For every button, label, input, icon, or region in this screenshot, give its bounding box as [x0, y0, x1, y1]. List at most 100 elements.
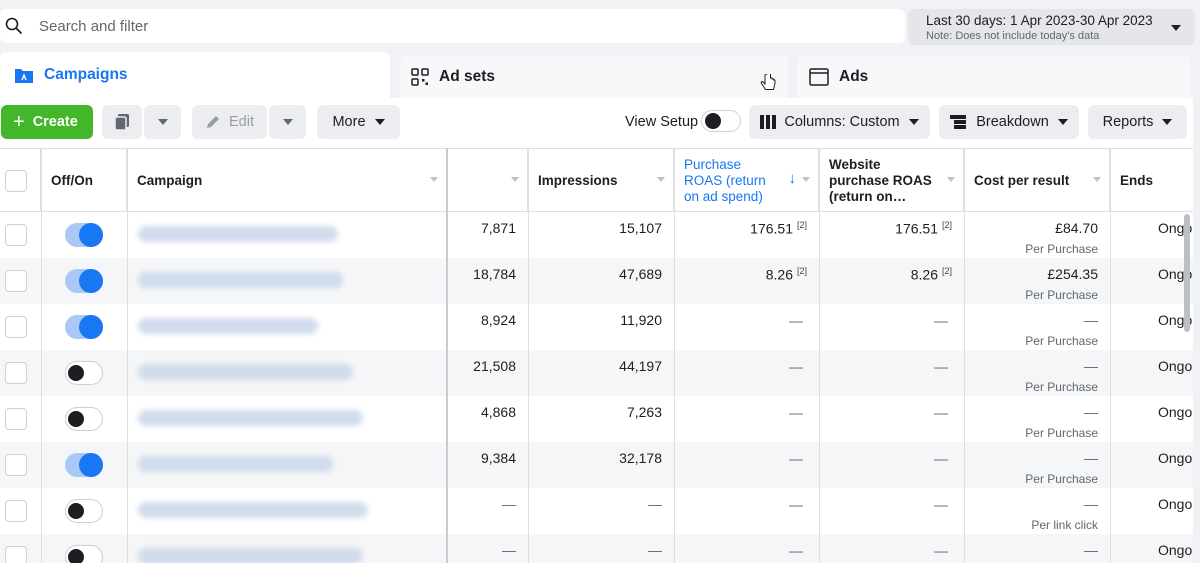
edit-button[interactable]: Edit: [192, 105, 267, 139]
campaign-status-toggle[interactable]: [65, 453, 103, 477]
cost-type: Per Purchase: [1025, 472, 1098, 486]
results-cell: 18,784: [473, 266, 516, 282]
website-roas-cell: —: [819, 442, 964, 488]
impressions-cell: 44,197: [619, 358, 662, 374]
row-checkbox[interactable]: [5, 500, 27, 522]
duplicate-button[interactable]: [102, 105, 142, 139]
campaign-status-toggle[interactable]: [65, 361, 103, 385]
campaign-name-redacted[interactable]: [138, 456, 333, 472]
impressions-cell: 32,178: [619, 450, 662, 466]
col-offon[interactable]: Off/On: [41, 149, 127, 212]
row-checkbox[interactable]: [5, 270, 27, 292]
select-all-checkbox[interactable]: [5, 169, 27, 192]
row-checkbox[interactable]: [5, 408, 27, 430]
row-checkbox[interactable]: [5, 546, 27, 563]
ends-cell: Ongoi: [1158, 450, 1193, 466]
col-cost-per-result-label: Cost per result: [974, 172, 1070, 188]
table-row[interactable]: — — — — — Ongoi: [0, 534, 1193, 563]
campaign-name-redacted[interactable]: [138, 318, 318, 334]
toggle-knob: [79, 453, 103, 477]
campaign-status-toggle[interactable]: [65, 499, 103, 523]
impressions-cell: —: [648, 542, 662, 558]
ends-cell: Ongoi: [1158, 358, 1193, 374]
tab-label: Ads: [839, 68, 869, 85]
col-ends[interactable]: Ends: [1110, 149, 1193, 212]
table-row[interactable]: 9,384 32,178 — — — Per Purchase Ongoi: [0, 442, 1193, 488]
campaign-name-redacted[interactable]: [138, 548, 363, 563]
cost-value: —: [1084, 404, 1098, 420]
toggle-knob: [68, 365, 84, 381]
main-panel: + Create Edit More View Setup Columns: C…: [0, 98, 1193, 563]
results-cell: —: [502, 542, 516, 558]
cost-value: —: [1084, 542, 1098, 558]
row-checkbox[interactable]: [5, 362, 27, 384]
purchase-roas-value: —: [789, 358, 803, 375]
vertical-scrollbar[interactable]: [1184, 214, 1190, 332]
chevron-down-icon: [657, 177, 665, 182]
campaign-status-toggle[interactable]: [65, 223, 103, 247]
campaign-name-redacted[interactable]: [138, 272, 343, 288]
footnote-marker[interactable]: [2]: [797, 220, 807, 230]
footnote-marker[interactable]: [2]: [797, 266, 807, 276]
col-impressions[interactable]: Impressions: [528, 149, 674, 212]
cost-value: —: [1084, 358, 1098, 374]
campaign-status-toggle[interactable]: [65, 545, 103, 563]
reports-button[interactable]: Reports: [1088, 105, 1187, 139]
row-checkbox[interactable]: [5, 224, 27, 246]
cost-value: £254.35: [1047, 266, 1098, 282]
column-divider: [528, 148, 529, 563]
col-purchase-roas[interactable]: Purchase ROAS (return on ad spend) ↓: [674, 149, 819, 212]
results-cell: —: [502, 496, 516, 512]
tab-campaigns[interactable]: Campaigns: [0, 52, 390, 98]
edit-dropdown-button[interactable]: [269, 105, 306, 139]
purchase-roas-cell: —: [674, 488, 819, 534]
table-row[interactable]: 7,871 15,107 176.51 [2] 176.51 [2] £84.70 Per P…: [0, 212, 1193, 258]
row-checkbox[interactable]: [5, 454, 27, 476]
campaign-name-redacted[interactable]: [138, 226, 338, 242]
breakdown-button[interactable]: Breakdown: [939, 105, 1079, 139]
columns-button[interactable]: Columns: Custom: [749, 105, 930, 139]
search-bar[interactable]: [0, 9, 905, 43]
website-roas-cell: 8.26 [2]: [819, 258, 964, 304]
footnote-marker[interactable]: [2]: [942, 220, 952, 230]
campaign-name-redacted[interactable]: [138, 502, 368, 518]
col-results[interactable]: [447, 149, 528, 212]
more-button[interactable]: More: [317, 105, 400, 139]
campaign-name-redacted[interactable]: [138, 364, 353, 380]
col-campaign[interactable]: Campaign: [127, 149, 447, 212]
col-website-roas[interactable]: Website purchase ROAS (return on…: [819, 149, 964, 212]
search-input[interactable]: [39, 17, 839, 35]
campaign-status-toggle[interactable]: [65, 407, 103, 431]
table-row[interactable]: 8,924 11,920 — — — Per Purchase Ongoi: [0, 304, 1193, 350]
purchase-roas-value: 8.26: [765, 266, 793, 283]
row-checkbox[interactable]: [5, 316, 27, 338]
create-button[interactable]: + Create: [1, 105, 93, 139]
toggle-knob: [705, 113, 721, 129]
footnote-marker[interactable]: [2]: [942, 266, 952, 276]
more-label: More: [332, 114, 366, 130]
campaign-name-redacted[interactable]: [138, 410, 363, 426]
campaign-status-toggle[interactable]: [65, 269, 103, 293]
ends-cell: Ongoi: [1158, 404, 1193, 420]
duplicate-dropdown-button[interactable]: [144, 105, 181, 139]
table-row[interactable]: — — — — — Per link click Ongoi: [0, 488, 1193, 534]
tab-ads[interactable]: Ads: [797, 56, 1190, 98]
table-row[interactable]: 18,784 47,689 8.26 [2] 8.26 [2] £254.35 Per Pur…: [0, 258, 1193, 304]
col-purchase-roas-label: Purchase ROAS (return on ad spend): [684, 156, 766, 204]
tab-ad-sets[interactable]: Ad sets: [400, 56, 788, 98]
cost-per-result-cell: — Per link click: [964, 488, 1110, 534]
cost-per-result-cell: — Per Purchase: [964, 442, 1110, 488]
chevron-down-icon: [1057, 119, 1068, 125]
results-cell: 4,868: [480, 404, 516, 420]
results-cell: 21,508: [473, 358, 516, 374]
date-range-picker[interactable]: Last 30 days: 1 Apr 2023-30 Apr 2023 Not…: [908, 9, 1195, 45]
view-setup-toggle[interactable]: [701, 110, 741, 132]
table-row[interactable]: 21,508 44,197 — — — Per Purchase Ongoi: [0, 350, 1193, 396]
col-cost-per-result[interactable]: Cost per result: [964, 149, 1110, 212]
campaign-status-toggle[interactable]: [65, 315, 103, 339]
website-roas-value: —: [934, 404, 948, 421]
table-row[interactable]: 4,868 7,263 — — — Per Purchase Ongoi: [0, 396, 1193, 442]
row-checkbox-cell: [5, 488, 41, 534]
pencil-icon: [207, 116, 219, 128]
row-checkbox-cell: [5, 258, 41, 304]
